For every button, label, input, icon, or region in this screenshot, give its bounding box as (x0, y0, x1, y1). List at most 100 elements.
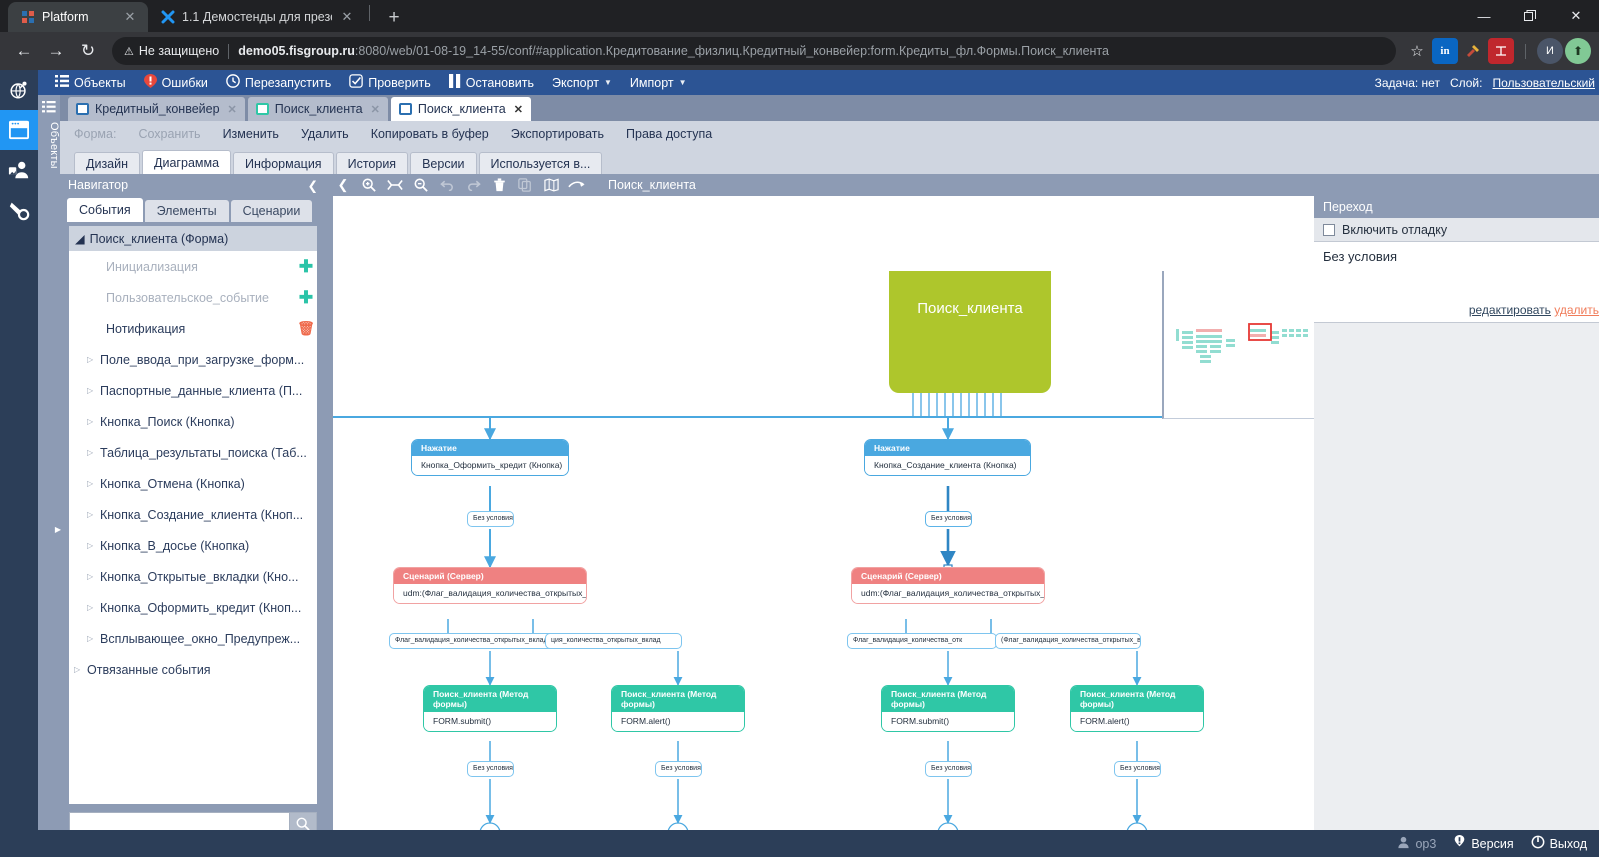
status-user[interactable]: ор3 (1397, 836, 1436, 852)
close-icon[interactable]: ✕ (1553, 0, 1599, 32)
linkedin-icon[interactable]: in (1432, 38, 1458, 64)
diagram-condition-label-right-1[interactable]: Флаг_валидация_количества_отк (847, 633, 997, 649)
redo-icon[interactable] (462, 175, 484, 195)
chevron-right-icon[interactable]: ▷ (87, 479, 100, 488)
window-icon[interactable] (0, 110, 38, 150)
topbar-stop[interactable]: Остановить (440, 70, 543, 95)
tree-item-passport-data[interactable]: ▷ Паспортные_данные_клиента (П... (69, 375, 317, 406)
map-icon[interactable] (540, 175, 562, 195)
form-tab-kreditny-konveyer[interactable]: Кредитный_конвейер ✕ (68, 97, 245, 121)
close-icon[interactable]: ✕ (339, 9, 355, 25)
tree-item-user-event[interactable]: Пользовательское_событие ✚ (69, 282, 317, 313)
diagram-condition-label-left-2[interactable]: ция_количества_открытых_вклад (545, 633, 682, 649)
fit-icon[interactable] (384, 175, 406, 195)
close-icon[interactable]: ✕ (122, 9, 138, 25)
diagram-method-node-right-1[interactable]: Поиск_клиента (Метод формы) FORM.submit(… (881, 685, 1015, 732)
tree-item-button-open-tabs[interactable]: ▷ Кнопка_Открытые_вкладки (Кно... (69, 561, 317, 592)
zoom-out-icon[interactable] (410, 175, 432, 195)
flask-icon[interactable] (0, 190, 38, 230)
tree-item-input-field[interactable]: ▷ Поле_ввода_при_загрузке_форм... (69, 344, 317, 375)
topbar-import[interactable]: Импорт ▼ (621, 70, 696, 95)
diagram-end-label-right-1[interactable]: Без условия (925, 761, 972, 777)
chevron-right-icon[interactable]: ▷ (87, 355, 100, 364)
nav-tab-elements[interactable]: Элементы (144, 200, 229, 222)
topbar-check[interactable]: Проверить (340, 70, 440, 95)
chevron-left-icon[interactable]: ❮ (308, 178, 318, 193)
tree-item-button-search[interactable]: ▷ Кнопка_Поиск (Кнопка) (69, 406, 317, 437)
users-icon[interactable] (0, 150, 38, 190)
chevron-right-icon[interactable]: ▷ (87, 510, 100, 519)
close-icon[interactable]: ✕ (371, 103, 380, 116)
add-icon[interactable]: ✚ (295, 257, 317, 277)
chevron-right-icon[interactable]: ▷ (87, 634, 100, 643)
form-edit-button[interactable]: Изменить (223, 127, 279, 141)
avatar-icon[interactable]: И (1537, 38, 1563, 64)
tab-history[interactable]: История (335, 152, 409, 174)
form-permissions-button[interactable]: Права доступа (626, 127, 712, 141)
undo-icon[interactable] (436, 175, 458, 195)
status-version[interactable]: Версия (1453, 835, 1514, 852)
tree-root-node[interactable]: ◢ Поиск_клиента (Форма) (69, 226, 317, 251)
devtool-icon[interactable] (1460, 38, 1486, 64)
topbar-errors[interactable]: Ошибки (135, 70, 217, 95)
debug-checkbox[interactable] (1323, 223, 1335, 236)
diagram-method-node-left-1[interactable]: Поиск_клиента (Метод формы) FORM.submit(… (423, 685, 557, 732)
form-copy-button[interactable]: Копировать в буфер (371, 127, 489, 141)
diagram-script-node-left[interactable]: Сценарий (Сервер) udm:(Флаг_валидация_ко… (393, 567, 587, 604)
diagram-minimap[interactable] (1162, 271, 1314, 419)
tree-item-unbound-events[interactable]: ▷ Отвязанные события (69, 654, 317, 685)
form-tab-poisk-klienta-1[interactable]: Поиск_клиента ✕ (247, 97, 388, 121)
add-icon[interactable]: ✚ (295, 288, 317, 308)
address-bar[interactable]: ⚠ Не защищено demo05.fisgroup.ru:8080/we… (112, 37, 1396, 65)
edit-link[interactable]: редактировать (1469, 303, 1551, 317)
diagram-edge-label-right-1[interactable]: Без условия (925, 511, 972, 527)
forward-button[interactable]: → (40, 35, 72, 67)
tab-used-in[interactable]: Используется в... (478, 152, 603, 174)
diagram-end-label-right-2[interactable]: Без условия (1114, 761, 1161, 777)
form-delete-button[interactable]: Удалить (301, 127, 349, 141)
delete-icon[interactable] (488, 175, 510, 195)
globe-icon[interactable] (0, 70, 38, 110)
red-square-icon[interactable] (1488, 38, 1514, 64)
tree-item-button-cancel[interactable]: ▷ Кнопка_Отмена (Кнопка) (69, 468, 317, 499)
diagram-root-node[interactable]: Поиск_клиента (889, 271, 1051, 393)
form-export-button[interactable]: Экспортировать (511, 127, 604, 141)
diagram-edge-label-left-1[interactable]: Без условия (467, 511, 514, 527)
chevron-right-icon[interactable]: ▷ (87, 448, 100, 457)
diagram-condition-label-left-1[interactable]: Флаг_валидация_количества_открытых_вклад (389, 633, 558, 649)
arrow-right-icon[interactable] (566, 175, 588, 195)
tree-item-notification[interactable]: Нотификация 🗑 (69, 313, 317, 344)
nav-tab-scenarios[interactable]: Сценарии (230, 200, 313, 222)
browser-tab-demostands[interactable]: 1.1 Демостенды для презентац ✕ (148, 2, 365, 32)
browser-tab-platform[interactable]: Platform ✕ (8, 2, 148, 32)
chevron-right-icon[interactable]: ▷ (87, 572, 100, 581)
trash-icon[interactable]: 🗑 (295, 320, 317, 337)
chevron-right-icon[interactable]: ▷ (87, 417, 100, 426)
objects-side-strip[interactable]: Объекты (38, 95, 60, 857)
diagram-condition-label-right-2[interactable]: (Флаг_валидация_количества_открытых_вкла… (995, 633, 1141, 649)
topbar-restart[interactable]: Перезапустить (217, 70, 340, 95)
diagram-script-node-right[interactable]: Сценарий (Сервер) udm:(Флаг_валидация_ко… (851, 567, 1045, 604)
tree-item-popup-warning[interactable]: ▷ Всплывающее_окно_Предупреж... (69, 623, 317, 654)
minimize-icon[interactable]: — (1461, 0, 1507, 32)
new-tab-button[interactable]: + (380, 4, 408, 32)
chevron-right-icon[interactable]: ▷ (87, 386, 100, 395)
close-icon[interactable]: ✕ (514, 103, 523, 116)
restore-icon[interactable] (1507, 0, 1553, 32)
diagram-method-node-right-2[interactable]: Поиск_клиента (Метод формы) FORM.alert() (1070, 685, 1204, 732)
form-save-button[interactable]: Сохранить (138, 127, 200, 141)
topbar-export[interactable]: Экспорт ▼ (543, 70, 621, 95)
back-button[interactable]: ← (8, 35, 40, 67)
bookmark-star-icon[interactable]: ☆ (1404, 38, 1430, 64)
nav-tab-events[interactable]: События (67, 198, 143, 222)
chevron-right-icon[interactable]: ▷ (74, 665, 87, 674)
zoom-in-icon[interactable] (358, 175, 380, 195)
chevron-left-icon[interactable]: ❮ (332, 175, 354, 195)
diagram-event-node-right[interactable]: Нажатие Кнопка_Создание_клиента (Кнопка) (864, 439, 1031, 476)
tree-item-button-issue-credit[interactable]: ▷ Кнопка_Оформить_кредит (Кноп... (69, 592, 317, 623)
tree-item-results-table[interactable]: ▷ Таблица_результаты_поиска (Таб... (69, 437, 317, 468)
chevron-right-icon[interactable]: ▷ (87, 541, 100, 550)
reload-button[interactable]: ↻ (72, 35, 104, 67)
diagram-event-node-left[interactable]: Нажатие Кнопка_Оформить_кредит (Кнопка) (411, 439, 569, 476)
tab-diagram[interactable]: Диаграмма (142, 150, 232, 174)
